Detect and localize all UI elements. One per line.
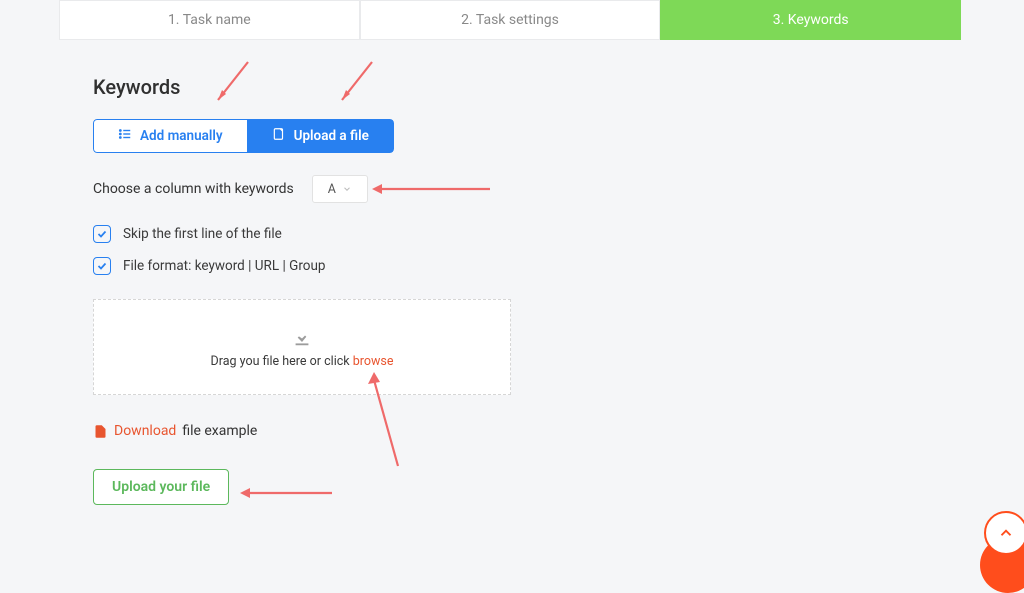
- chevron-down-icon: [342, 184, 352, 194]
- chevron-up-icon: [997, 524, 1015, 542]
- upload-your-file-label: Upload your file: [112, 479, 210, 495]
- add-manually-button[interactable]: Add manually: [93, 119, 248, 153]
- mode-toggle: Add manually Upload a file: [93, 119, 394, 153]
- scroll-to-top-button[interactable]: [984, 511, 1024, 555]
- wizard-tab-task-settings[interactable]: 2. Task settings: [360, 0, 661, 40]
- skip-first-line-row: Skip the first line of the file: [93, 225, 931, 243]
- file-icon: [272, 127, 286, 145]
- wizard-tab-label: 2. Task settings: [461, 12, 559, 28]
- download-rest: file example: [182, 423, 257, 439]
- wizard-tab-keywords[interactable]: 3. Keywords: [660, 0, 961, 40]
- wizard-tabs: 1. Task name 2. Task settings 3. Keyword…: [35, 0, 989, 40]
- wizard-tab-task-name[interactable]: 1. Task name: [59, 0, 360, 40]
- file-dropzone[interactable]: Drag you file here or click browse: [93, 299, 511, 395]
- column-selector-label: Choose a column with keywords: [93, 181, 294, 197]
- skip-first-line-label: Skip the first line of the file: [123, 226, 282, 242]
- download-example-row: Download file example: [93, 423, 931, 439]
- wizard-tab-label: 3. Keywords: [773, 12, 849, 28]
- column-select-value: A: [328, 182, 336, 197]
- download-icon: [291, 326, 313, 348]
- upload-file-label: Upload a file: [294, 128, 369, 144]
- file-icon: [93, 424, 108, 439]
- skip-first-line-checkbox[interactable]: [93, 225, 111, 243]
- file-format-label: File format: keyword | URL | Group: [123, 258, 326, 274]
- check-icon: [96, 228, 108, 240]
- upload-your-file-button[interactable]: Upload your file: [93, 469, 229, 505]
- list-icon: [118, 127, 132, 145]
- browse-link[interactable]: browse: [353, 354, 394, 369]
- dropzone-text: Drag you file here or click browse: [211, 354, 394, 369]
- download-link[interactable]: Download: [114, 423, 176, 439]
- dropzone-prefix: Drag you file here or click: [211, 354, 353, 369]
- file-format-checkbox[interactable]: [93, 257, 111, 275]
- file-format-row: File format: keyword | URL | Group: [93, 257, 931, 275]
- section-title: Keywords: [93, 75, 931, 99]
- column-selector-row: Choose a column with keywords A: [93, 175, 931, 203]
- wizard-tab-label: 1. Task name: [168, 12, 251, 28]
- check-icon: [96, 260, 108, 272]
- add-manually-label: Add manually: [140, 128, 223, 144]
- upload-file-button[interactable]: Upload a file: [248, 119, 394, 153]
- column-select[interactable]: A: [312, 175, 368, 203]
